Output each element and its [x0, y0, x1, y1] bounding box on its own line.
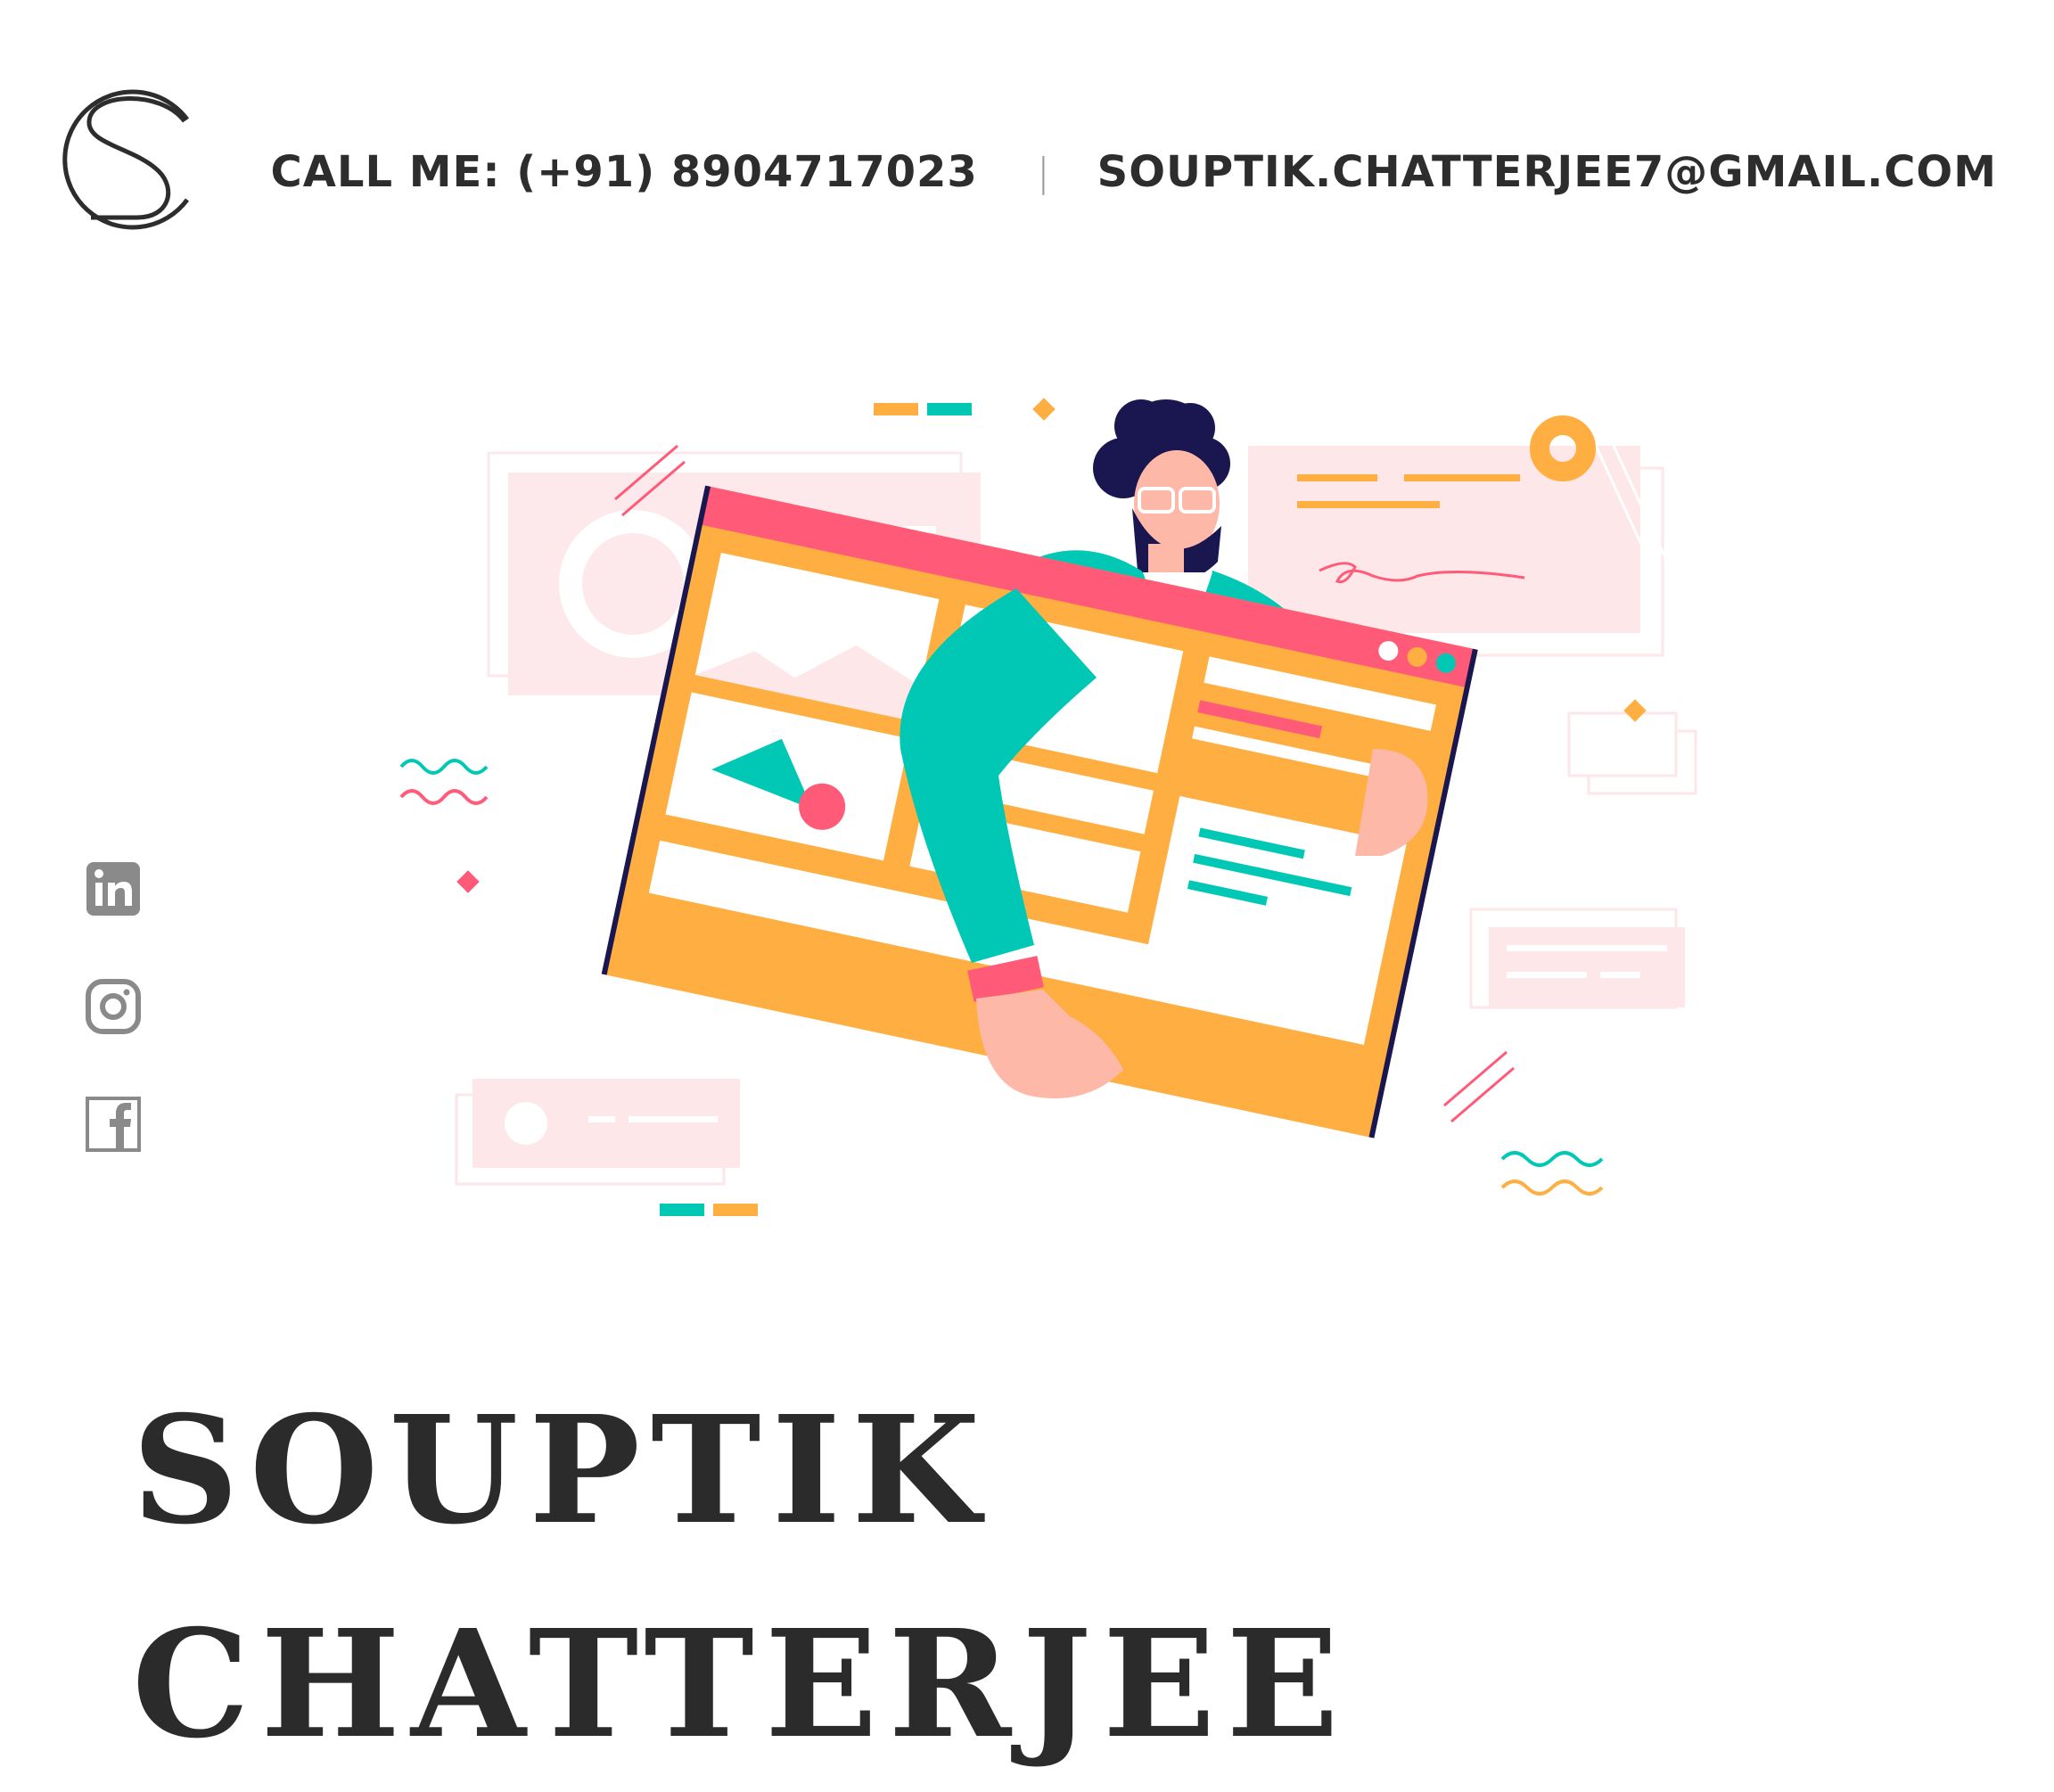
contact-bar: CALL ME: (+91) 8904717023 | SOUPTIK.CHAT…	[271, 141, 1997, 203]
background-card-lower-right	[1469, 908, 1685, 1009]
s-monogram-logo[interactable]	[55, 86, 198, 234]
facebook-icon[interactable]	[86, 1097, 141, 1152]
man-carrying-browser-window-illustration	[399, 398, 1697, 1216]
contact-separator: |	[1036, 149, 1051, 195]
instagram-icon[interactable]	[86, 979, 141, 1034]
hero-first-name: SOUPTIK	[132, 1384, 991, 1558]
background-card-lower-left	[455, 1079, 740, 1186]
social-links	[86, 861, 143, 1214]
call-me-link[interactable]: CALL ME: (+91) 8904717023	[271, 147, 978, 197]
email-link[interactable]: SOUPTIK.CHATTERJEE7@GMAIL.COM	[1097, 147, 1997, 197]
hero-name: SOUPTIK CHATTERJEE	[132, 1364, 1350, 1792]
hero-last-name: CHATTERJEE	[132, 1598, 1350, 1771]
background-card-small-right	[1567, 699, 1697, 795]
linkedin-icon[interactable]	[86, 861, 141, 917]
